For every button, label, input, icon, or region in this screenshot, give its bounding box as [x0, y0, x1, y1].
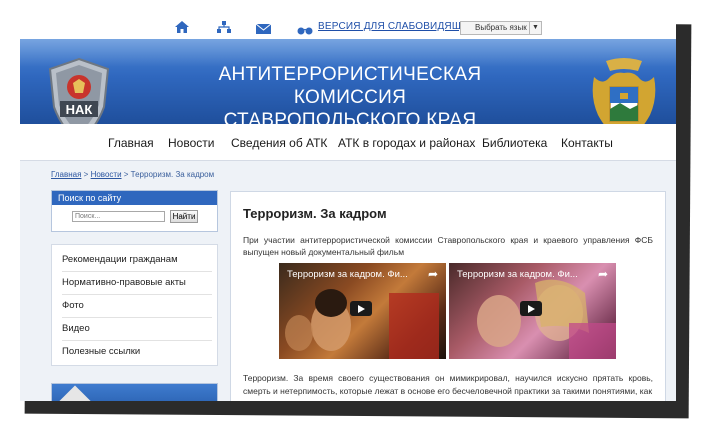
- breadcrumb-news-link[interactable]: Новости: [91, 170, 122, 179]
- header-banner: НАК АНТИТЕРРОРИСТИЧЕСКАЯ КОМИССИЯ СТАВРО…: [20, 39, 676, 143]
- sitemap-icon[interactable]: [217, 20, 231, 38]
- search-input[interactable]: Поиск...: [72, 211, 165, 222]
- play-icon[interactable]: [520, 301, 542, 316]
- nav-item-news[interactable]: Новости: [168, 136, 214, 150]
- nav-item-atk-cities[interactable]: АТК в городах и районах: [338, 136, 475, 150]
- video-title: Терроризм за кадром. Фи...: [457, 269, 578, 280]
- breadcrumb-home-link[interactable]: Главная: [51, 170, 81, 179]
- sidebar-menu: Рекомендации гражданам Нормативно-правов…: [51, 244, 218, 366]
- video-player-2[interactable]: Терроризм за кадром. Фи... ➦: [449, 263, 616, 359]
- search-title: Поиск по сайту: [52, 191, 217, 205]
- search-box: Поиск по сайту Поиск... Найти: [51, 190, 218, 232]
- mail-icon[interactable]: [255, 21, 272, 39]
- language-select[interactable]: Выбрать язык ▼: [460, 21, 542, 35]
- sidebar-item-video[interactable]: Видео: [62, 318, 212, 341]
- search-title-label: Поиск по сайту: [58, 193, 122, 203]
- citizens-appeal-banner[interactable]: [51, 383, 218, 401]
- article-title: Терроризм. За кадром: [243, 206, 387, 221]
- sidebar-item-legal-acts[interactable]: Нормативно-правовые акты: [62, 272, 212, 295]
- article-intro: При участии антитеррористической комисси…: [243, 235, 653, 257]
- video-player-1[interactable]: Терроризм за кадром. Фи... ➦: [279, 263, 446, 359]
- nak-logo-text: НАК: [66, 102, 93, 117]
- chevron-down-icon[interactable]: ▼: [529, 22, 541, 34]
- breadcrumb-current: Терроризм. За кадром: [130, 170, 215, 179]
- article: Терроризм. За кадром При участии антитер…: [230, 191, 666, 401]
- breadcrumb-separator: >: [121, 170, 131, 179]
- share-icon[interactable]: ➦: [428, 267, 438, 281]
- nav-item-library[interactable]: Библиотека: [482, 136, 547, 150]
- sidebar-item-photo[interactable]: Фото: [62, 295, 212, 318]
- site-title-line1: АНТИТЕРРОРИСТИЧЕСКАЯ КОМИССИЯ: [218, 64, 482, 108]
- breadcrumb-separator: >: [81, 170, 91, 179]
- language-select-label: Выбрать язык: [475, 23, 527, 32]
- nav-item-about-atk[interactable]: Сведения об АТК: [231, 136, 327, 150]
- sidebar-item-recommendations[interactable]: Рекомендации гражданам: [62, 249, 212, 272]
- envelope-icon: [59, 385, 91, 401]
- home-icon[interactable]: [175, 20, 189, 38]
- nav-item-home[interactable]: Главная: [108, 136, 154, 150]
- low-vision-version-link[interactable]: ВЕРСИЯ ДЛЯ СЛАБОВИДЯЩИХ: [318, 21, 476, 32]
- top-utility-bar: ВЕРСИЯ ДЛЯ СЛАБОВИДЯЩИХ Выбрать язык ▼: [20, 14, 676, 39]
- site-title: АНТИТЕРРОРИСТИЧЕСКАЯ КОМИССИЯ СТАВРОПОЛЬ…: [160, 63, 540, 132]
- play-icon[interactable]: [350, 301, 372, 316]
- article-body: Терроризм. За время своего существования…: [243, 373, 653, 396]
- browser-page: ВЕРСИЯ ДЛЯ СЛАБОВИДЯЩИХ Выбрать язык ▼ Н…: [20, 14, 676, 401]
- main-nav: Главная Новости Сведения об АТК АТК в го…: [20, 124, 676, 161]
- sidebar-item-useful-links[interactable]: Полезные ссылки: [62, 341, 212, 363]
- video-title: Терроризм за кадром. Фи...: [287, 269, 408, 280]
- content-area: Главная > Новости > Терроризм. За кадром…: [20, 161, 676, 401]
- search-button[interactable]: Найти: [170, 210, 198, 223]
- share-icon[interactable]: ➦: [598, 267, 608, 281]
- nav-item-contacts[interactable]: Контакты: [561, 136, 613, 150]
- glasses-icon[interactable]: [297, 22, 313, 40]
- breadcrumb: Главная > Новости > Терроризм. За кадром: [51, 170, 214, 179]
